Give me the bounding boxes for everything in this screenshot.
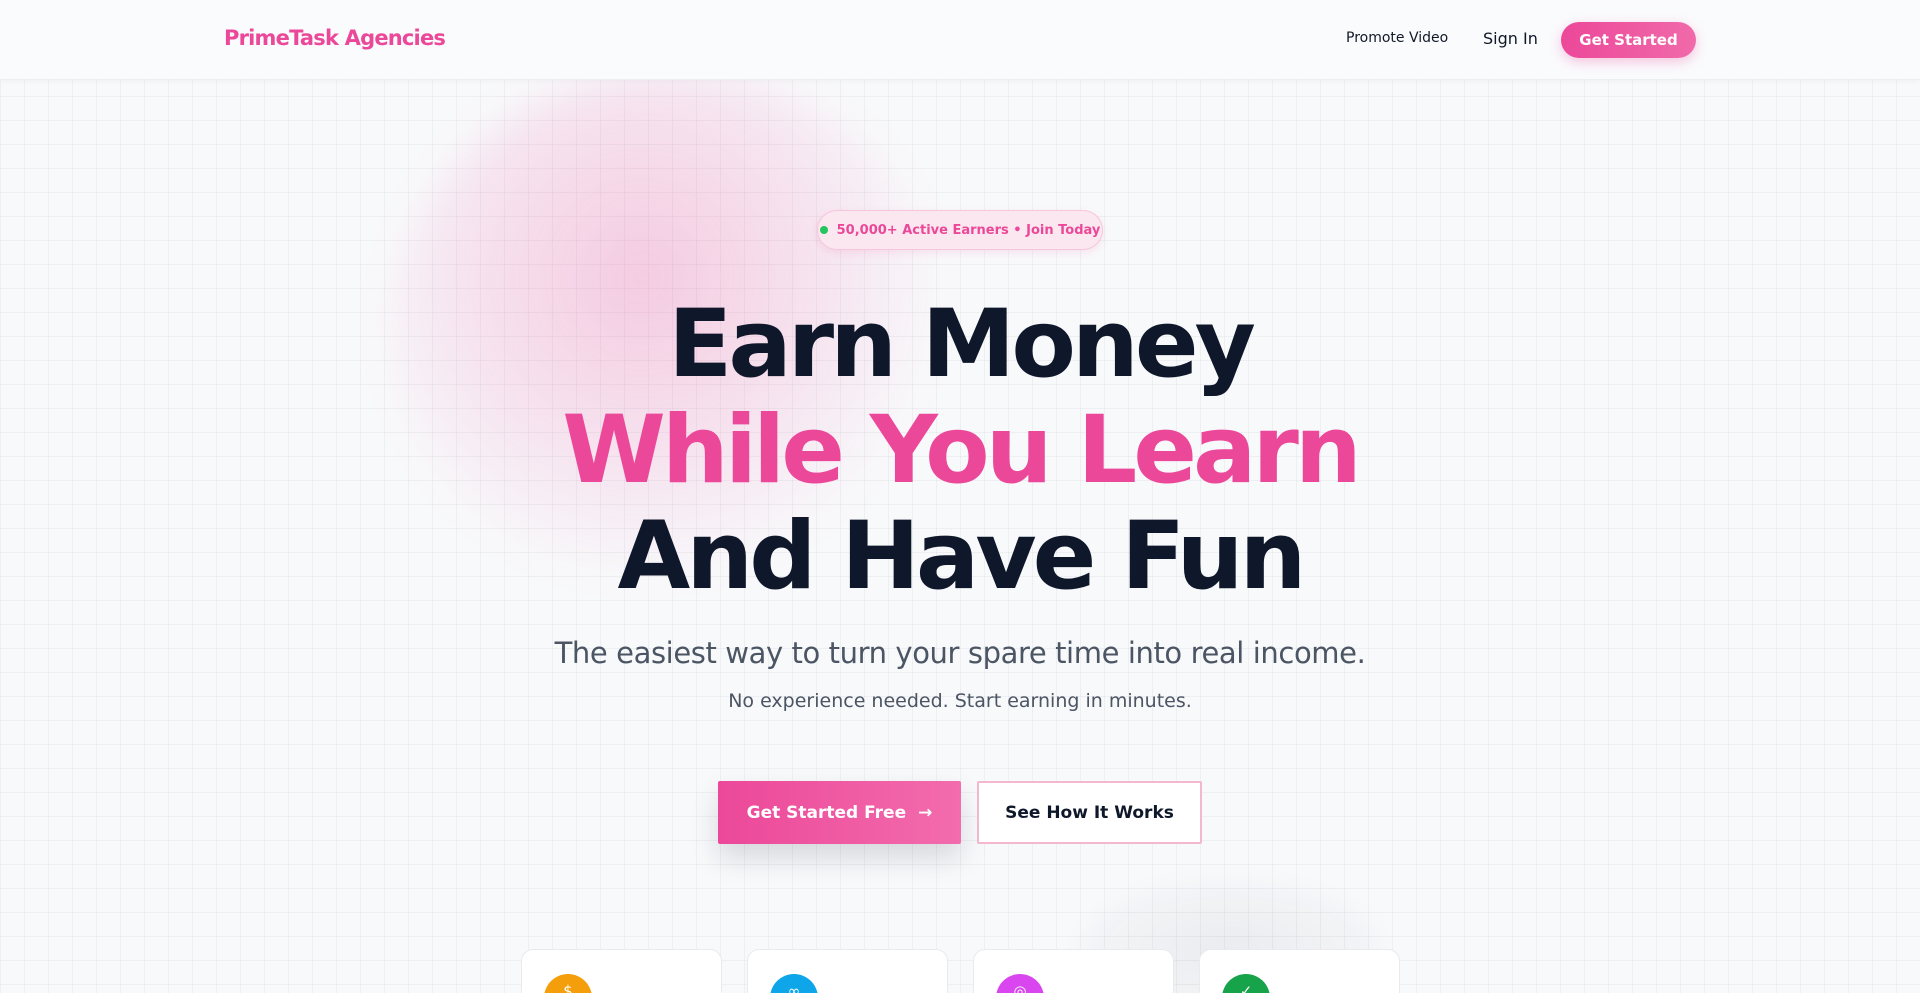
arrow-right-icon: → [918,802,933,823]
target-icon: ◎ [996,974,1044,993]
headline-line-3: And Have Fun [617,502,1307,611]
get-started-free-button[interactable]: Get Started Free → [718,781,961,844]
header-get-started-button[interactable]: Get Started [1561,22,1696,58]
landing-page: PrimeTask Agencies Promote Video Sign In… [0,0,1920,993]
nav-sign-in-link[interactable]: Sign In [1483,29,1538,48]
coin-icon: $ [544,974,592,993]
hero-headline: Earn Money While You Learn And Have Fun [0,292,1920,610]
nav-promote-video-link[interactable]: Promote Video [1346,30,1448,46]
online-dot-icon [819,226,828,234]
hero-subtitle-secondary: No experience needed. Start earning in m… [728,690,1192,712]
get-started-free-label: Get Started Free [746,802,907,823]
badge-label: 50,000+ Active Earners • Join Today [836,222,1101,238]
active-earners-badge: 50,000+ Active Earners • Join Today [817,210,1103,250]
feature-card[interactable]: ◎ [973,949,1174,993]
check-circle-icon: ✓ [1222,974,1270,993]
headline-line-1: Earn Money [668,290,1256,399]
top-navbar: PrimeTask Agencies Promote Video Sign In… [0,0,1920,80]
see-how-it-works-button[interactable]: See How It Works [977,781,1202,844]
brand-logo[interactable]: PrimeTask Agencies [224,26,446,50]
feature-card[interactable]: $ [521,949,722,993]
feature-card[interactable]: ∞ [747,949,948,993]
people-icon: ∞ [770,974,818,993]
headline-line-2: While You Learn [562,396,1362,505]
feature-card[interactable]: ✓ [1199,949,1400,993]
hero-subtitle: The easiest way to turn your spare time … [554,636,1366,670]
